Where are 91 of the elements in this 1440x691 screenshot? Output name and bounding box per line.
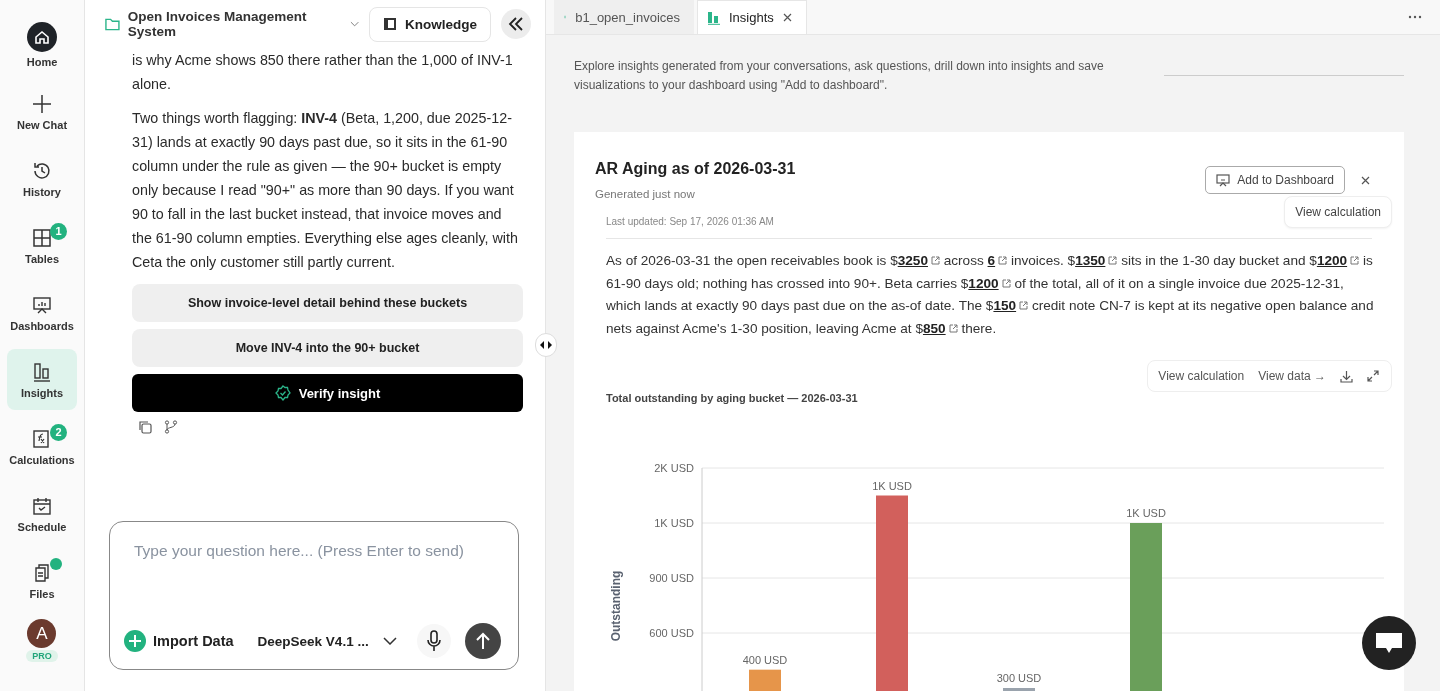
- sidebar-item[interactable]: 1 Tables: [7, 215, 77, 276]
- external-link-icon: [1001, 278, 1011, 288]
- close-icon[interactable]: [782, 13, 792, 22]
- sidebar-item[interactable]: New Chat: [7, 81, 77, 142]
- tab[interactable]: b1_open_invoices: [554, 0, 694, 34]
- external-link-icon: [930, 256, 940, 265]
- axis-tick-label: 900 USD: [649, 572, 694, 584]
- knowledge-button[interactable]: Knowledge: [369, 6, 491, 42]
- bars-icon: [708, 10, 720, 25]
- history-icon: [32, 160, 52, 181]
- collapse-button[interactable]: [501, 9, 531, 39]
- external-link-icon: [1108, 256, 1118, 265]
- value-link[interactable]: 150: [993, 298, 1029, 313]
- sidebar-item[interactable]: Files: [7, 550, 77, 611]
- bar-value-label: 1K USD: [1126, 507, 1166, 519]
- add-to-dashboard-button[interactable]: Add to Dashboard: [1205, 166, 1345, 194]
- chart-bar: [1003, 688, 1035, 691]
- project-selector[interactable]: Open Invoices Management System: [105, 9, 359, 39]
- book-icon: [383, 17, 397, 31]
- panel-toggle-button[interactable]: [535, 333, 557, 357]
- presentation-icon: [1216, 173, 1231, 187]
- verify-button[interactable]: Verify insight: [132, 374, 523, 412]
- calendar-icon: [32, 495, 52, 516]
- more-icon[interactable]: [1408, 15, 1422, 19]
- external-link-icon: [948, 323, 958, 333]
- bars-icon: [32, 361, 52, 382]
- microphone-button[interactable]: [416, 624, 451, 658]
- view-calculation-button[interactable]: View calculation: [1284, 196, 1392, 228]
- model-selector[interactable]: DeepSeek V4.1 ...: [257, 633, 369, 649]
- import-data-button[interactable]: Import Data: [124, 630, 234, 652]
- microphone-icon: [425, 630, 442, 652]
- send-button[interactable]: [464, 623, 501, 659]
- sidebar-item[interactable]: Home: [7, 14, 77, 75]
- count-badge: 1: [50, 222, 67, 240]
- presentation-chart-icon: [32, 294, 52, 315]
- last-updated-text: Last updated: Sep 17, 2026 01:36 AM: [606, 216, 1372, 239]
- message-paragraph: is why Acme shows 850 there rather than the 1,000 of INV-1 alone.: [132, 51, 514, 94]
- axis-tick-label: 1K USD: [654, 517, 694, 529]
- branch-icon[interactable]: [164, 420, 178, 434]
- chart-title: Total outstanding by aging bucket — 2026-03-31: [606, 392, 859, 404]
- bar-value-label: 300 USD: [996, 672, 1042, 684]
- plus-circle-icon: [124, 630, 146, 652]
- value-link[interactable]: 3250: [897, 253, 940, 268]
- external-link-icon: [1350, 256, 1360, 265]
- sidebar-item[interactable]: Schedule: [7, 483, 77, 544]
- avatar[interactable]: A: [27, 619, 57, 648]
- chart-action-link[interactable]: View calculation: [1158, 369, 1245, 383]
- copy-icon[interactable]: [138, 420, 152, 434]
- card-subtitle: Generated just now: [595, 188, 696, 200]
- value-link[interactable]: 1200: [1316, 253, 1360, 268]
- external-link-icon: [1019, 301, 1029, 310]
- formula-icon: [32, 428, 52, 449]
- download-icon[interactable]: [1340, 369, 1353, 383]
- chart-bar: [749, 669, 781, 691]
- bar-value-label: 400 USD: [742, 653, 788, 666]
- suggestion-button[interactable]: Move INV-4 into the 90+ bucket: [132, 329, 523, 367]
- sidebar-item[interactable]: Insights: [7, 349, 77, 410]
- count-badge: 2: [50, 423, 67, 441]
- chevron-down-icon[interactable]: [382, 637, 397, 645]
- sidebar-item[interactable]: History: [7, 148, 77, 209]
- axis-tick-label: 600 USD: [649, 627, 694, 639]
- arrow-up-icon: [474, 632, 491, 650]
- expand-icon[interactable]: [1367, 370, 1379, 382]
- close-icon[interactable]: [1361, 175, 1370, 185]
- value-link[interactable]: 1200: [968, 275, 1011, 291]
- sidebar-item[interactable]: 2 Calculations: [7, 416, 77, 477]
- summary-paragraph: As of 2026-03-31 the open receivables book is $3250 across 6 invoices. $1350 sits in the 1-30 day bucket and $1200 is 61-90 days old; nothing has crossed into 90+. Beta carries $1200 of the total, all of it on a single invoice due 2025-12-31, which lands at exactly 90 days past due on the as-of date. The $150 credit note CN-7 is kept at its negative open balance and nets against Acme's 1-30 position, leaving Acme at $850 there.: [606, 252, 1375, 338]
- chevron-down-icon: [349, 21, 359, 27]
- external-link-icon: [998, 256, 1008, 265]
- value-link[interactable]: 850: [922, 320, 958, 336]
- value-link[interactable]: 6: [987, 253, 1008, 268]
- sidebar-item[interactable]: Dashboards: [7, 282, 77, 343]
- files-icon: [32, 562, 52, 583]
- suggestion-button[interactable]: Show invoice-level detail behind these buckets: [132, 284, 523, 322]
- value-link[interactable]: 1350: [1075, 253, 1118, 268]
- plus-icon: [32, 93, 52, 114]
- tab[interactable]: Insights: [697, 0, 807, 34]
- check-badge-icon: [274, 385, 291, 401]
- home-icon: [27, 21, 57, 52]
- chat-input-box[interactable]: Type your question here... (Press Enter to send) Import Data DeepSeek V4.1 ...: [109, 521, 519, 670]
- plan-badge: PRO: [26, 650, 58, 662]
- axis-tick-label: 2K USD: [654, 462, 694, 474]
- card-title: AR Aging as of 2026-03-31: [595, 160, 796, 178]
- folder-icon: [105, 17, 120, 31]
- double-chevron-left-icon: [508, 17, 524, 31]
- bar-value-label: 1K USD: [872, 479, 912, 492]
- message-paragraph: Two things worth flagging: INV-4 (Beta, 1,200, due 2025-12-31) lands at exactly 90 days past due, so it sits in the 61-90 column under the rule as given — the 90+ bucket is empty only because I read "90+" as more than 90 days. If you want 90 to fall in the last bucket instead, that invoice moves and the 61-90 column empties. Everything else ages cleanly, with Ceta the only customer still partly current.: [132, 109, 519, 272]
- chart-action-link[interactable]: View data →: [1258, 369, 1326, 383]
- page-description: Explore insights generated from your conversations, ask questions, drill down into insights and save visualizations to your dashboard using "Add to dashboard".: [574, 58, 1105, 94]
- axis-title: Outstanding: [609, 570, 623, 642]
- left-right-arrows-icon: [540, 341, 552, 349]
